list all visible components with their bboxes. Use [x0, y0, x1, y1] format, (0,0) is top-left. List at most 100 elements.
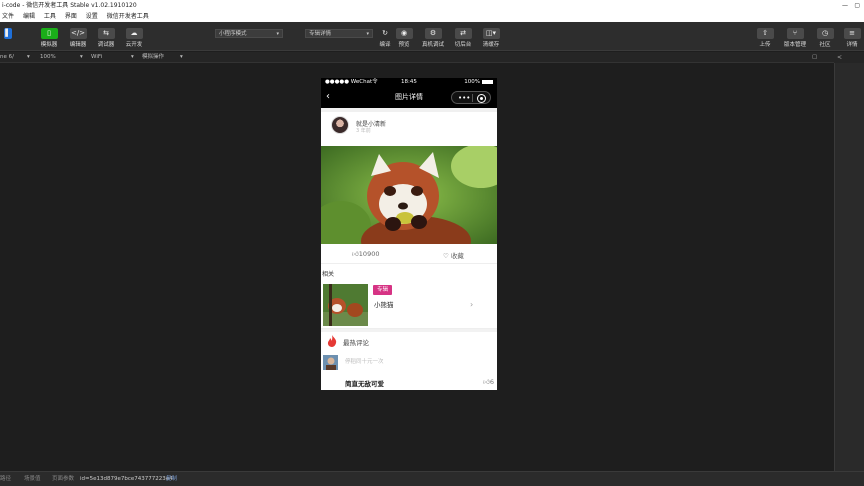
user-avatar — [323, 355, 338, 370]
comment-item[interactable]: 简直无敌可爱 👍︎6 — [321, 375, 497, 389]
menu-view[interactable]: 界面 — [65, 13, 77, 20]
dropdown-icon: ▾ — [180, 54, 183, 60]
menu-tools[interactable]: 工具 — [44, 13, 56, 20]
upload-button[interactable]: ⇧ 上传 — [753, 28, 777, 48]
cloud-icon: ☁ — [125, 28, 143, 39]
refresh-icon: ↻ — [382, 29, 388, 37]
menu-devtools[interactable]: 微信开发者工具 — [107, 13, 149, 20]
editor-button[interactable]: </> 编辑器 — [66, 28, 90, 48]
mode-select-value: 小程序模式 — [219, 31, 247, 37]
close-target-icon[interactable] — [477, 94, 486, 103]
cache-icon: ◫▾ — [482, 28, 500, 39]
clear-cache-label: 清缓存 — [482, 42, 500, 48]
background-button[interactable]: ⇄ 切后台 — [451, 28, 475, 48]
path-label[interactable]: 路径 — [0, 472, 11, 486]
phone-status-bar: ●●●●● WeChat令 18:45 100% — [321, 78, 497, 87]
branch-icon: ⑂ — [786, 28, 804, 39]
heart-icon: ♡ — [443, 252, 451, 260]
carrier-label: ●●●●● WeChat令 — [325, 79, 378, 85]
author-row[interactable]: 就是小清新 3 年前 — [321, 112, 497, 144]
menu-settings[interactable]: 设置 — [86, 13, 98, 20]
hot-comments-title: 最热评论 — [343, 339, 369, 347]
actions-row: 👍︎10900 ♡ 收藏 — [321, 245, 497, 264]
capsule-menu[interactable]: ••• — [451, 91, 491, 104]
upload-label: 上传 — [759, 42, 771, 48]
device-icon: ⚙ — [424, 28, 442, 39]
device-debug-button[interactable]: ⚙ 真机调试 — [421, 28, 445, 48]
comment-input-row[interactable]: 停稻同十元一次 — [321, 352, 497, 372]
like-button[interactable]: 👍︎10900 — [352, 250, 379, 258]
capsule-divider — [472, 94, 473, 102]
sim-op-select[interactable]: 模拟操作 — [142, 52, 164, 63]
window-icon[interactable]: ▢ — [812, 52, 817, 63]
more-icon[interactable]: ••• — [458, 93, 470, 103]
menu-file[interactable]: 文件 — [2, 13, 14, 20]
eye-icon: ◉ — [395, 28, 413, 39]
page-id: id=5e13d879e7bce743777223e4 — [80, 476, 173, 482]
cloud-button[interactable]: ☁ 云开发 — [122, 28, 146, 48]
copy-button[interactable]: 复制 — [166, 472, 177, 486]
phone-simulator[interactable]: ●●●●● WeChat令 18:45 100% ‹ 图片详情 ••• 就是小清… — [321, 78, 497, 390]
clock-label: 18:45 — [401, 79, 417, 85]
battery-indicator: 100% — [464, 78, 493, 87]
simulator-button[interactable]: ▯ 模拟器 — [37, 28, 61, 48]
debugger-button[interactable]: ⇆ 调试器 — [94, 28, 118, 48]
params-label[interactable]: 页面参数 — [52, 472, 74, 486]
clear-cache-button[interactable]: ◫▾ 清缓存 — [479, 28, 503, 48]
comment-placeholder[interactable]: 停稻同十元一次 — [345, 357, 384, 365]
editor-label: 编辑器 — [69, 42, 87, 48]
minimize-button[interactable]: — — [842, 0, 848, 11]
network-select[interactable]: WiFi — [91, 52, 102, 63]
preview-button[interactable]: ◉ 预览 — [392, 28, 416, 48]
bottom-status-bar: 路径 场景值 页面参数 id=5e13d879e7bce743777223e4 … — [0, 471, 864, 486]
window-titlebar: i-code - 微信开发者工具 Stable v1.02.1910120 — … — [0, 0, 864, 11]
details-button[interactable]: ≡ 详情 — [840, 28, 864, 48]
flame-icon — [327, 335, 337, 347]
back-icon[interactable]: < — [837, 52, 842, 63]
menu-bar: 文件 编辑 工具 界面 设置 微信开发者工具 — [0, 11, 864, 22]
close-button[interactable]: ▢ — [854, 0, 860, 11]
upload-icon: ⇧ — [756, 28, 774, 39]
mode-select[interactable]: 小程序模式 ▾ — [215, 29, 283, 38]
scene-label[interactable]: 场景值 — [24, 472, 41, 486]
simulator-label: 模拟器 — [40, 42, 58, 48]
favorite-label: 收藏 — [450, 252, 464, 260]
menu-icon: ≡ — [843, 28, 861, 39]
simulator-options-bar: ne 6/ ▾ 100% ▾ WiFi ▾ 模拟操作 ▾ ▢ — [0, 52, 834, 63]
sidebar-icon: ▌ — [4, 28, 12, 39]
community-label: 社区 — [819, 42, 831, 48]
switch-icon: ⇄ — [454, 28, 472, 39]
code-icon: </> — [69, 28, 87, 39]
main-toolbar: ▌ ▯ 模拟器 </> 编辑器 ⇆ 调试器 ☁ 云开发 小程序模式 ▾ 专辑详情… — [0, 22, 864, 51]
avatar[interactable] — [331, 116, 349, 134]
red-panda-photo[interactable] — [321, 146, 497, 244]
chevron-down-icon: ▾ — [276, 31, 279, 37]
device-select[interactable]: ne 6/ — [0, 52, 14, 63]
section-divider — [321, 329, 497, 332]
page-select-value: 专辑详情 — [309, 31, 332, 37]
related-album-item[interactable]: 专辑 小熊猫 › — [321, 281, 497, 329]
community-icon: ◷ — [816, 28, 834, 39]
like-count: 10900 — [358, 250, 380, 258]
album-thumbnail — [323, 284, 368, 326]
zoom-select[interactable]: 100% — [40, 52, 56, 63]
chevron-right-icon: › — [470, 300, 474, 309]
thumbs-up-icon: 👍︎ — [483, 378, 490, 386]
device-debug-label: 真机调试 — [421, 42, 444, 48]
menu-edit[interactable]: 编辑 — [23, 13, 35, 20]
version-label: 版本管理 — [783, 42, 806, 48]
post-time: 3 年前 — [356, 128, 371, 134]
debugger-label: 调试器 — [97, 42, 115, 48]
dropdown-icon: ▾ — [131, 54, 134, 60]
page-select[interactable]: 专辑详情 ▾ — [305, 29, 373, 38]
comment-like-button[interactable]: 👍︎6 — [483, 378, 494, 386]
album-title: 小熊猫 — [374, 301, 394, 309]
version-button[interactable]: ⑂ 版本管理 — [782, 28, 808, 48]
thumbs-up-icon: 👍︎ — [352, 250, 359, 258]
favorite-button[interactable]: ♡ 收藏 — [443, 250, 464, 260]
sidebar-toggle[interactable]: ▌ — [0, 28, 20, 40]
album-tag: 专辑 — [373, 285, 393, 295]
preview-label: 预览 — [398, 42, 410, 48]
comment-like-count: 6 — [489, 378, 494, 386]
community-button[interactable]: ◷ 社区 — [813, 28, 837, 48]
